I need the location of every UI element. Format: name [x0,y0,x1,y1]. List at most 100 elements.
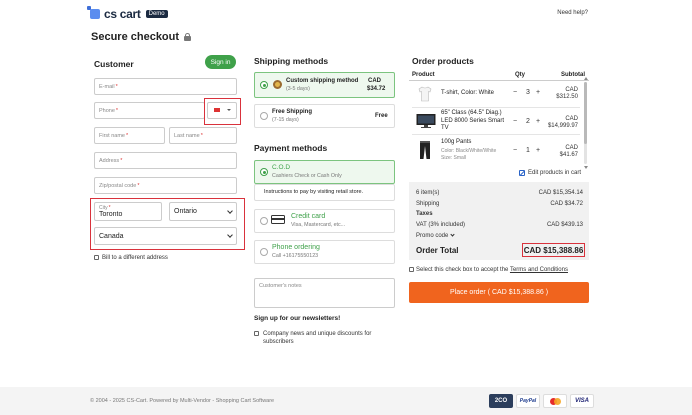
city-value: Toronto [99,211,123,218]
payment-radio-phone[interactable] [260,248,268,256]
address-field[interactable]: Address * [94,152,237,169]
mastercard-payment-icon [543,394,567,408]
chevron-down-icon [227,232,233,238]
required-mark: * [115,83,118,90]
sign-in-button[interactable]: Sign in [205,55,236,69]
product-name[interactable]: 65" Class (64.5" Diag.) LED 8000 Series … [441,110,505,133]
shipping-radio-free[interactable] [260,112,268,120]
product-option-color: Color: Black/White/White [441,148,497,154]
customer-title: Customer [94,59,134,69]
copyright: © 2004 - 2025 CS-Cart. Powered by Multi-… [90,398,275,404]
items-count: 6 item(s) [416,190,440,196]
qty-value[interactable]: 1 [526,147,530,154]
required-mark: * [137,182,140,189]
shipping-days: (3-5 days) [286,86,310,92]
place-order-button[interactable]: Place order ( CAD $15,388.86 ) [409,282,589,303]
product-name[interactable]: T-shirt, Color: White [441,90,494,98]
product-image-tshirt[interactable] [418,86,432,102]
zip-field[interactable]: Zip/postal code * [94,177,237,194]
shipping-days: (7-15 days) [272,117,299,123]
bill-different-checkbox[interactable] [94,255,99,260]
customer-notes-textarea[interactable]: Customer's notes [254,278,395,308]
product-price: CAD $41.67 [559,145,578,158]
payment-radio-cod[interactable] [260,168,268,176]
payment-name-credit: Credit card [291,213,326,220]
payment-name-cod: C.O.D [272,164,291,171]
required-mark: * [115,107,119,114]
shipping-price-currency: CAD [368,78,381,84]
newsletter-checkbox[interactable] [254,331,259,336]
terms-link[interactable]: Terms and Conditions [510,267,568,273]
items-total: CAD $15,354.14 [538,190,583,196]
visa-payment-icon: VISA [570,394,594,408]
order-total-label: Order Total [416,246,459,255]
lock-icon [184,33,192,41]
edit-products-link[interactable]: Edit products in cart [519,170,581,176]
address-placeholder: Address [99,157,120,164]
newsletter-option-label: Company news and unique discounts for su… [263,331,372,345]
shipping-radio-custom[interactable] [260,81,268,89]
qty-minus-button[interactable]: − [513,118,517,125]
logo[interactable]: cs cart Demo [87,6,168,21]
shipping-method-icon [273,80,282,89]
promo-code-toggle[interactable]: Promo code [416,232,455,239]
first-name-field[interactable]: First name * [94,127,165,144]
shipping-option-free[interactable] [254,104,395,128]
bill-different-label: Bill to a different address [102,255,168,261]
col-qty: Qty [515,72,526,78]
page-title: Secure checkout [91,31,192,43]
terms-label: Select this check box to accept the Term… [416,267,568,273]
required-mark: * [120,157,123,164]
payment-desc-credit: Visa, Mastercard, etc... [291,222,346,228]
country-value: Canada [99,232,124,240]
products-scrollbar-thumb[interactable] [584,82,587,144]
notes-placeholder: Customer's notes [259,283,302,289]
first-name-placeholder: First name [99,132,125,139]
header: cs cart Demo Need help? [0,0,692,28]
shipping-price: Free [375,113,388,119]
zip-placeholder: Zip/postal code [99,182,137,189]
product-name[interactable]: 100g Pants [441,139,471,147]
payment-name-phone: Phone ordering [272,244,320,251]
need-help-link[interactable]: Need help? [557,10,588,16]
phone-placeholder: Phone [99,107,115,114]
terms-checkbox[interactable] [409,267,414,272]
state-select[interactable]: Ontario [169,202,237,221]
order-products-title: Order products [412,56,474,66]
qty-minus-button[interactable]: − [513,89,517,96]
country-select[interactable]: Canada [94,227,237,245]
qty-minus-button[interactable]: − [513,147,517,154]
product-option-size: Size: Small [441,155,467,161]
city-field[interactable]: City* Toronto [94,202,162,221]
vat-total: CAD $439.13 [546,222,583,228]
qty-value[interactable]: 3 [526,89,530,96]
chevron-down-icon [227,208,233,214]
scroll-up-icon[interactable] [583,77,588,80]
row-divider [412,134,580,135]
shipping-name: Custom shipping method [286,78,359,84]
scroll-down-icon[interactable] [583,166,588,169]
logo-text: cs cart [104,7,141,21]
required-mark: * [200,132,203,139]
payment-instructions: Instructions to pay by visiting retail s… [264,189,364,195]
table-divider [409,80,589,81]
payment-desc-cod: Cashiers Check or Cash Only [272,173,342,179]
payment-radio-credit[interactable] [260,217,268,225]
phone-field[interactable]: Phone * [94,102,205,119]
footer: © 2004 - 2025 CS-Cart. Powered by Multi-… [0,387,692,415]
required-mark: * [125,132,129,139]
product-image-tv[interactable] [416,113,436,129]
last-name-field[interactable]: Last name * [169,127,237,144]
email-field[interactable]: E-mail * [94,78,237,95]
highlight-phone-country [204,98,241,125]
shipping-price: $34.72 [367,86,386,92]
shipping-name: Free Shipping [272,109,313,115]
edit-products-text: Edit products in cart [528,170,582,176]
order-total-value: CAD $15,388.86 [522,243,585,257]
product-image-pants[interactable] [419,140,431,160]
payment-title: Payment methods [254,143,328,153]
paypal-payment-icon: PayPal [516,394,540,408]
page-title-text: Secure checkout [91,31,180,43]
qty-value[interactable]: 2 [526,118,530,125]
shipping-title: Shipping methods [254,56,329,66]
